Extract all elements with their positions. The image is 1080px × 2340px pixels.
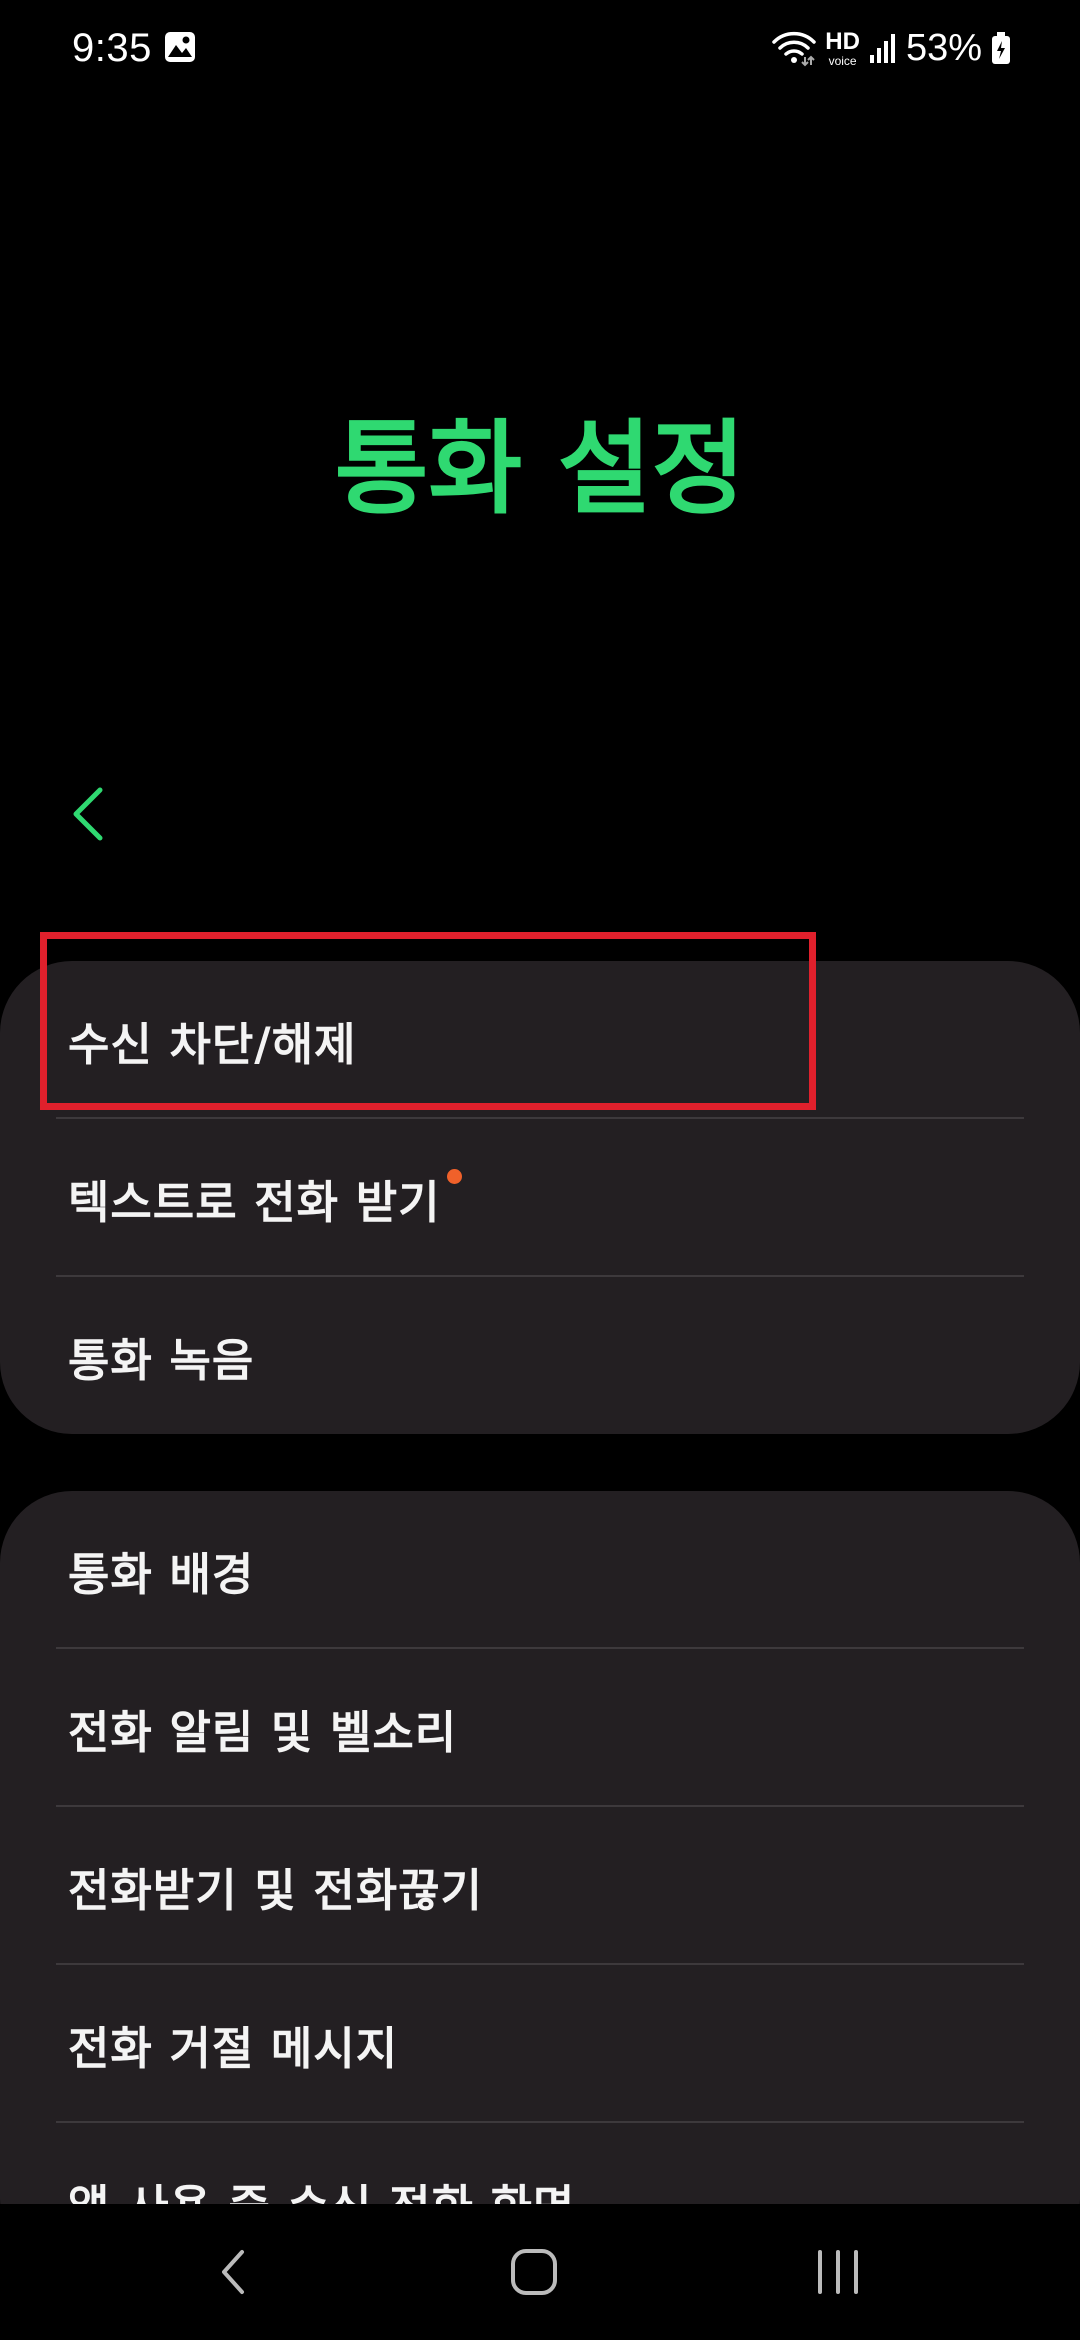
nav-back-button[interactable] [154, 2204, 314, 2340]
signal-icon [869, 34, 895, 63]
wifi-icon [772, 31, 817, 67]
hd-voice-icon: HD voice [825, 27, 860, 68]
menu-item-label: 수신 차단/해제 [68, 1017, 357, 1071]
battery-percentage: 53% [905, 26, 982, 69]
status-icons: HD voice 53% [771, 22, 1012, 74]
menu-item-label: 통화 배경 [68, 1547, 255, 1601]
chevron-left-icon [73, 787, 103, 841]
menu-item-decline-messages[interactable]: 전화 거절 메시지 [0, 1965, 1080, 2123]
menu-item-answer-with-text[interactable]: 텍스트로 전화 받기 [0, 1119, 1080, 1277]
menu-item-block-numbers[interactable]: 수신 차단/해제 [0, 961, 1080, 1119]
menu-item-label: 전화받기 및 전화끊기 [68, 1863, 483, 1917]
back-button[interactable] [60, 782, 118, 846]
nav-recents-button[interactable] [758, 2204, 918, 2340]
nav-home-button[interactable] [454, 2204, 614, 2340]
voice-label: voice [828, 53, 857, 68]
recents-icon [818, 2250, 858, 2294]
menu-item-call-recording[interactable]: 통화 녹음 [0, 1277, 1080, 1434]
battery-charging-icon [992, 32, 1010, 64]
image-notification-icon [165, 32, 195, 62]
menu-item-answer-end-calls[interactable]: 전화받기 및 전화끊기 [0, 1807, 1080, 1965]
status-time: 9:35 [72, 26, 152, 70]
menu-item-label: 통화 녹음 [68, 1333, 255, 1387]
menu-item-label: 전화 알림 및 벨소리 [68, 1705, 458, 1759]
menu-item-call-background[interactable]: 통화 배경 [0, 1491, 1080, 1649]
home-icon [511, 2249, 557, 2295]
menu-item-call-alerts-ringtone[interactable]: 전화 알림 및 벨소리 [0, 1649, 1080, 1807]
status-bar: 9:35 HD voice 53% [0, 0, 1080, 96]
menu-item-label: 텍스트로 전화 받기 [68, 1175, 441, 1229]
menu-item-label: 전화 거절 메시지 [68, 2021, 399, 2075]
navigation-bar [0, 2204, 1080, 2340]
settings-group-2: 통화 배경 전화 알림 및 벨소리 전화받기 및 전화끊기 전화 거절 메시지 … [0, 1491, 1080, 2271]
page-title: 통화 설정 [334, 410, 746, 529]
new-badge-dot [446, 1168, 462, 1184]
hd-label: HD [825, 27, 860, 55]
settings-group-1: 수신 차단/해제 텍스트로 전화 받기 통화 녹음 [0, 961, 1080, 1434]
back-icon [222, 2250, 244, 2294]
